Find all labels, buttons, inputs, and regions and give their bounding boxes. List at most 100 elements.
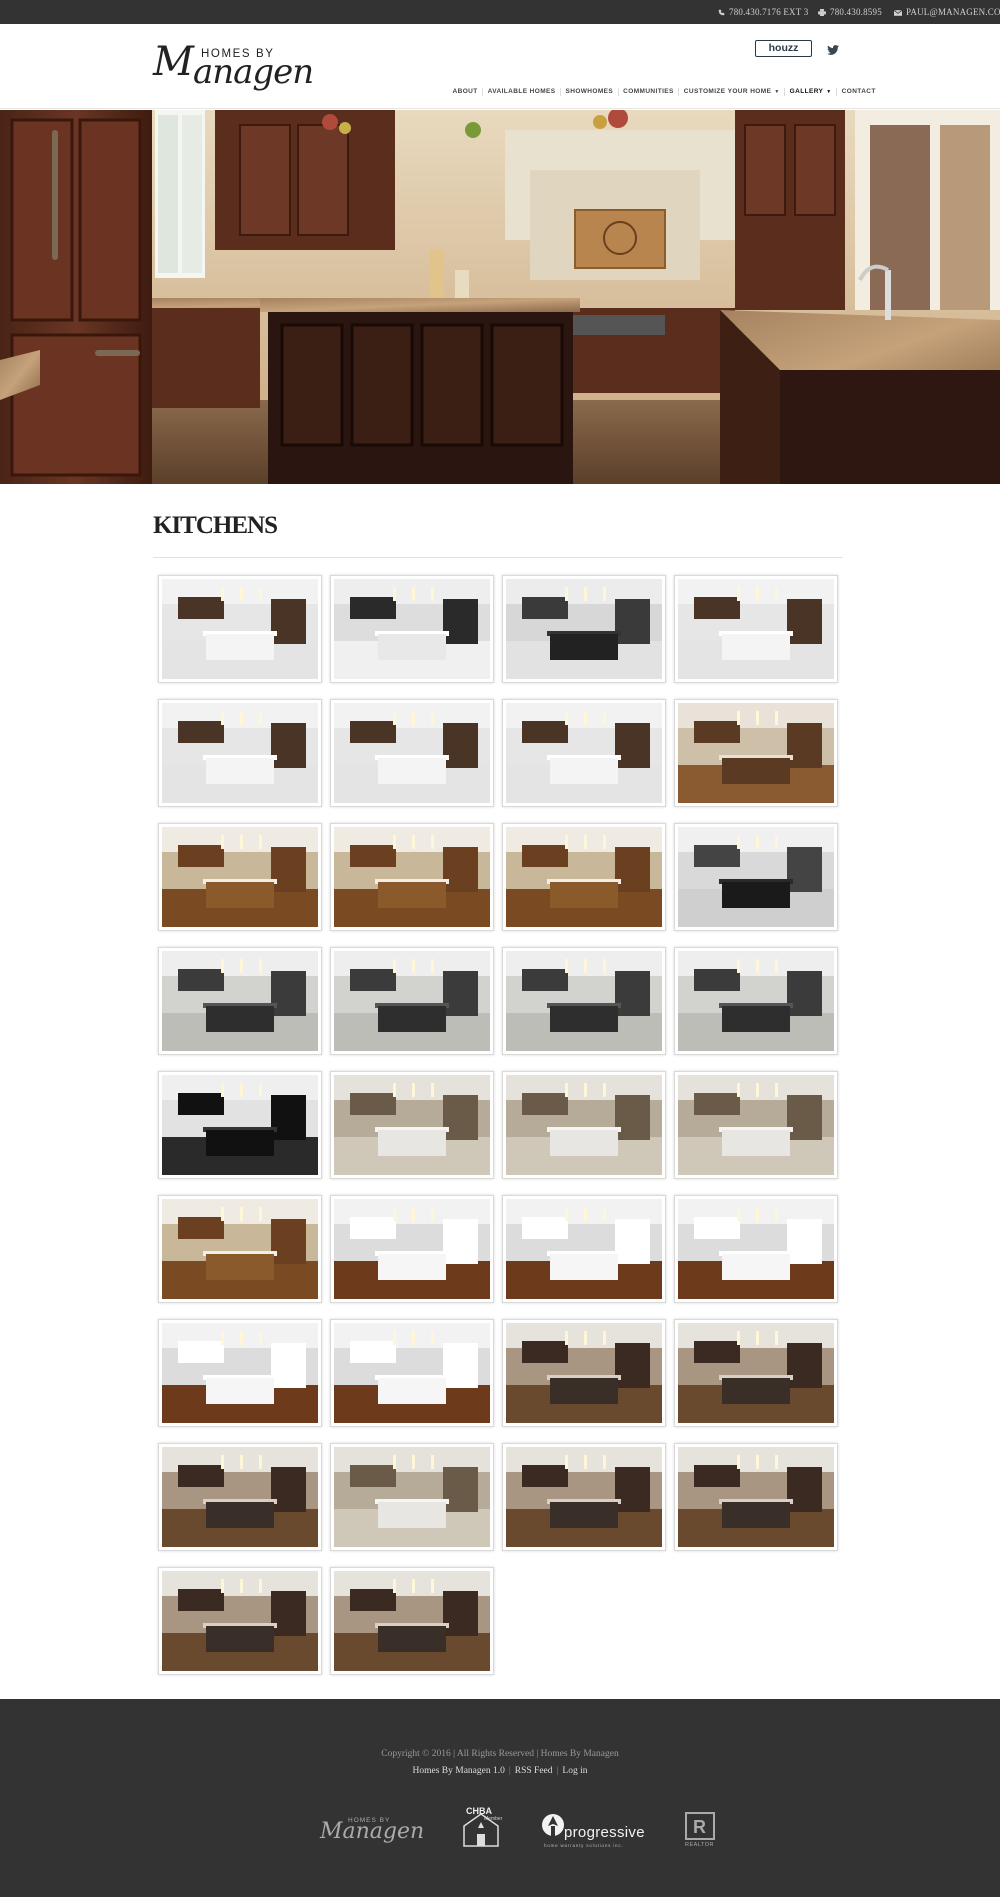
gallery-thumbnail[interactable] [674,1071,838,1179]
kitchen-photo [334,1571,490,1671]
realtor-icon: R [685,1812,715,1840]
nav-about[interactable]: ABOUT [448,88,482,96]
gallery-thumbnail[interactable] [330,1567,494,1675]
gallery-thumbnail[interactable] [330,1195,494,1303]
gallery-thumbnail[interactable] [502,1071,666,1179]
gallery-thumbnail[interactable] [158,823,322,931]
title-divider [153,557,843,558]
page-title: KITCHENS [153,512,278,539]
footer-logo-managen[interactable]: Managen HOMES BY [320,1815,424,1851]
gallery-thumbnail[interactable] [330,1443,494,1551]
chevron-down-icon: ▼ [774,89,780,95]
gallery-thumbnail[interactable] [674,823,838,931]
gallery-thumbnail[interactable] [674,1195,838,1303]
kitchen-photo [162,1571,318,1671]
gallery-thumbnail[interactable] [330,699,494,807]
gallery-thumbnail[interactable] [158,575,322,683]
gallery-thumbnail[interactable] [502,1319,666,1427]
nav-available-homes[interactable]: AVAILABLE HOMES [482,88,560,96]
footer-links: Homes By Managen 1.0 | RSS Feed | Log in [0,1766,1000,1776]
footer-logo-realtor[interactable]: R REALTOR [684,1812,716,1850]
kitchen-photo [506,1323,662,1423]
site-logo[interactable]: Managen HOMES BY [153,38,353,98]
kitchen-photo [506,1199,662,1299]
kitchen-photo [334,579,490,679]
progressive-title: progressive [564,1824,645,1841]
gallery-thumbnail[interactable] [158,1319,322,1427]
gallery-thumbnail[interactable] [330,1319,494,1427]
twitter-icon[interactable] [827,45,839,55]
gallery-thumbnail[interactable] [158,1071,322,1179]
kitchen-photo [162,703,318,803]
kitchen-photo [506,1447,662,1547]
nav-showhomes[interactable]: SHOWHOMES [559,88,618,96]
gallery-thumbnail[interactable] [502,1443,666,1551]
phone-contact[interactable]: 780.430.7176 EXT 3 [718,7,808,17]
kitchen-photo [678,703,834,803]
kitchen-photo [162,951,318,1051]
gallery-thumbnail[interactable] [502,823,666,931]
kitchen-photo [678,1199,834,1299]
nav-communities[interactable]: COMMUNITIES [617,88,679,96]
hero-kitchen-image [0,110,1000,484]
gallery-thumbnail[interactable] [502,947,666,1055]
kitchen-photo [506,1075,662,1175]
gallery-thumbnail[interactable] [674,947,838,1055]
email-address: PAUL@MANAGEN.COM [906,7,1000,17]
kitchen-photo [506,827,662,927]
houzz-button[interactable]: houzz [755,40,812,57]
gallery-thumbnail[interactable] [158,699,322,807]
phone-icon [718,9,725,16]
email-contact[interactable]: PAUL@MANAGEN.COM [893,7,1000,17]
kitchen-photo [162,579,318,679]
footer-separator: | [556,1766,559,1776]
kitchen-photo [334,1323,490,1423]
gallery-thumbnail[interactable] [158,1443,322,1551]
gallery-thumbnail[interactable] [674,575,838,683]
gallery-thumbnail[interactable] [330,1071,494,1179]
nav-gallery-label: GALLERY [789,88,824,95]
footer-separator: | [508,1766,511,1776]
gallery-thumbnail[interactable] [674,699,838,807]
kitchen-photo [506,703,662,803]
kitchen-photo [334,951,490,1051]
hero-illustration [0,110,1000,484]
gallery-thumbnail[interactable] [502,1195,666,1303]
nav-gallery[interactable]: GALLERY ▼ [784,88,836,96]
gallery-thumbnail[interactable] [330,947,494,1055]
gallery-thumbnail[interactable] [674,1319,838,1427]
main-nav: ABOUT AVAILABLE HOMES SHOWHOMES COMMUNITIES… [448,80,880,98]
gallery-thumbnail[interactable] [330,575,494,683]
kitchen-photo [162,1075,318,1175]
realtor-label: REALTOR [685,1842,714,1848]
footer-logo-small: HOMES BY [348,1817,391,1824]
gallery-thumbnail[interactable] [502,575,666,683]
kitchen-photo [506,579,662,679]
progressive-subtitle: home warranty solutions inc. [544,1843,624,1848]
gallery-thumbnail[interactable] [674,1443,838,1551]
gallery-thumbnail[interactable] [158,1567,322,1675]
leaf-icon [542,1814,564,1836]
footer-logo-chba[interactable]: CHBA Member [460,1806,502,1848]
footer-link-rss[interactable]: RSS Feed [515,1766,553,1776]
copyright-text: Copyright © 2016 | All Rights Reserved |… [381,1749,619,1759]
gallery-thumbnail[interactable] [158,947,322,1055]
nav-customize-your-home[interactable]: CUSTOMIZE YOUR HOME ▼ [678,88,784,96]
kitchen-photo [678,1447,834,1547]
gallery-thumbnail[interactable] [330,823,494,931]
gallery-thumbnail[interactable] [158,1195,322,1303]
chevron-down-icon: ▼ [826,89,832,95]
gallery-thumbnail[interactable] [502,699,666,807]
footer-link-login[interactable]: Log in [562,1766,587,1776]
kitchen-photo [506,951,662,1051]
fax-number: 780.430.8595 [830,7,882,17]
kitchen-photo [162,827,318,927]
top-bar: 780.430.7176 EXT 3 780.430.8595 PAUL@MAN… [0,0,1000,24]
kitchen-photo [334,1447,490,1547]
kitchen-photo [678,827,834,927]
nav-contact[interactable]: CONTACT [836,88,880,96]
fax-contact[interactable]: 780.430.8595 [818,7,882,17]
footer-logo-progressive[interactable]: progressive home warranty solutions inc. [540,1812,650,1852]
kitchen-photo [334,827,490,927]
footer-link-home[interactable]: Homes By Managen 1.0 [413,1766,505,1776]
